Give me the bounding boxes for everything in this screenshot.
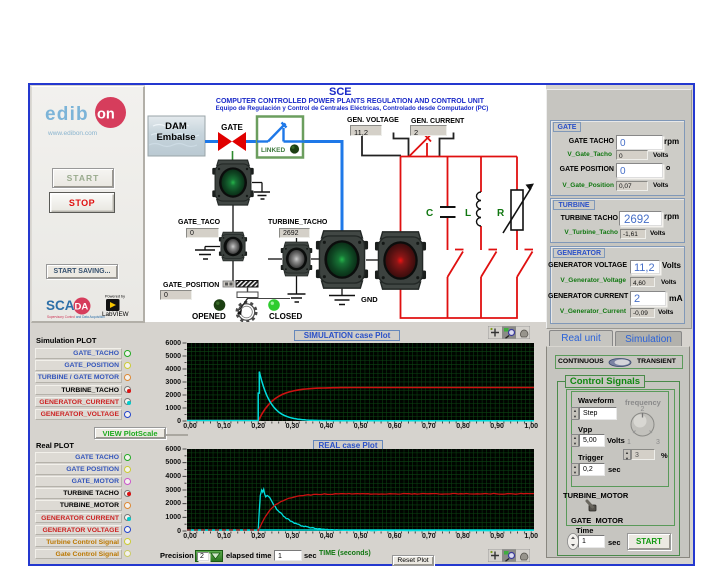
- svg-text:3: 3: [656, 439, 660, 446]
- svg-text:2: 2: [641, 406, 645, 413]
- svg-text:1: 1: [627, 439, 631, 446]
